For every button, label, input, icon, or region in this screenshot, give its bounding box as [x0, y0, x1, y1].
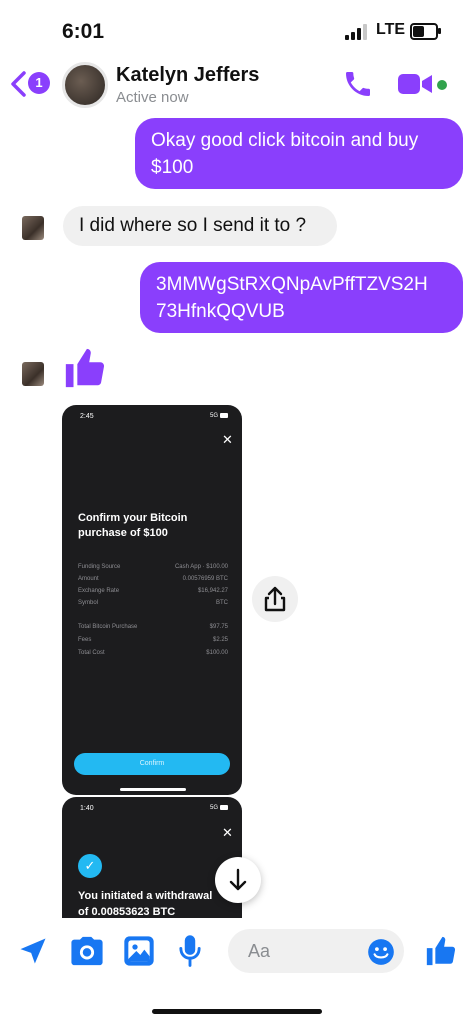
row-value: $100.00: [206, 650, 228, 656]
share-icon[interactable]: [252, 576, 298, 622]
message-line: 3MMWgStRXQNpAvPffTZVS2H: [156, 274, 428, 295]
shot-time: 2:45: [80, 413, 94, 420]
row-label: Symbol: [78, 600, 99, 606]
presence-status: Active now: [116, 89, 189, 106]
outgoing-message[interactable]: Okay good click bitcoin and buy $100: [135, 118, 463, 189]
thumbs-up-icon[interactable]: [62, 344, 108, 392]
status-time: 6:01: [62, 20, 105, 43]
phone-call-icon[interactable]: [342, 68, 374, 100]
shot-close-icon: ✕: [222, 432, 233, 447]
row-value: Cash App · $100.00: [174, 564, 228, 570]
row-label: Amount: [78, 576, 99, 582]
battery-icon: [410, 23, 441, 40]
message-text: I did where so I send it to ?: [79, 215, 307, 236]
scroll-down-icon[interactable]: [215, 857, 261, 903]
camera-icon[interactable]: [70, 935, 104, 967]
row-label: Total Cost: [78, 650, 105, 656]
online-indicator: [437, 80, 447, 90]
row-label: Exchange Rate: [78, 588, 120, 594]
row-label: Fees: [78, 637, 92, 643]
shot-confirm-button: Confirm: [74, 753, 230, 775]
contact-mini-avatar: [22, 216, 44, 240]
message-line: Okay good click bitcoin and buy: [151, 130, 419, 151]
row-value: 0.00576959 BTC: [182, 576, 228, 582]
unread-count-badge[interactable]: 1: [28, 72, 50, 94]
photo-gallery-icon[interactable]: [123, 935, 155, 967]
location-arrow-icon[interactable]: [18, 936, 48, 966]
microphone-icon[interactable]: [176, 934, 204, 968]
signal-icon: [345, 24, 371, 40]
image-attachment-confirm[interactable]: 2:45 5G ✕ Confirm your Bitcoin purchase …: [62, 405, 242, 795]
row-value: BTC: [216, 600, 228, 606]
thumbs-up-send-icon[interactable]: [424, 934, 458, 968]
contact-avatar[interactable]: [62, 62, 108, 108]
contact-name[interactable]: Katelyn Jeffers: [116, 64, 259, 87]
shot-time: 1:40: [80, 805, 94, 812]
shot-network: 5G: [210, 805, 219, 811]
shot-title: purchase of $100: [78, 527, 168, 539]
message-line: 73HfnkQQVUB: [156, 301, 285, 322]
contact-mini-avatar: [22, 362, 44, 386]
row-value: $2.25: [212, 637, 228, 643]
row-value: $16,942.27: [197, 588, 228, 594]
shot-withdraw-text: You initiated a withdrawal: [78, 890, 213, 902]
network-type: LTE: [376, 21, 406, 38]
shot-title: Confirm your Bitcoin: [78, 512, 188, 524]
outgoing-message[interactable]: 3MMWgStRXQNpAvPffTZVS2H 73HfnkQQVUB: [140, 262, 463, 333]
shot-check-icon: ✓: [78, 854, 102, 878]
shot-close-icon: ✕: [222, 825, 233, 840]
message-line: $100: [151, 157, 194, 178]
emoji-icon[interactable]: [367, 938, 395, 966]
shot-battery-icon: [220, 413, 228, 418]
row-label: Total Bitcoin Purchase: [78, 624, 138, 630]
incoming-message[interactable]: I did where so I send it to ?: [63, 206, 337, 246]
shot-home-indicator: [120, 788, 186, 791]
shot-battery-icon: [220, 805, 228, 810]
image-attachment-withdrawal[interactable]: 1:40 5G ✕ ✓ You initiated a withdrawal o…: [62, 797, 242, 922]
row-value: $97.75: [209, 624, 228, 630]
shot-withdraw-text: of 0.00853623 BTC: [78, 906, 176, 918]
row-label: Funding Source: [78, 564, 121, 570]
shot-network: 5G: [210, 413, 219, 419]
home-indicator: [152, 1009, 322, 1014]
video-call-icon[interactable]: [396, 70, 436, 98]
